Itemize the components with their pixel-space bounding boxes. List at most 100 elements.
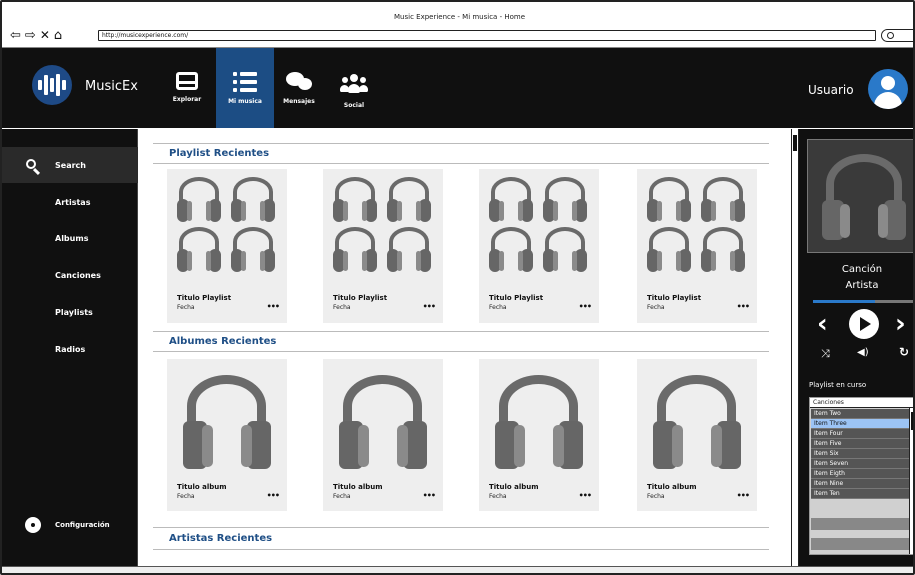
playlist-item[interactable]: Item Three bbox=[811, 419, 909, 429]
card-title: Titulo album bbox=[177, 483, 227, 491]
headphones-icon bbox=[489, 227, 533, 273]
playlist-empty-row bbox=[811, 518, 909, 530]
status-bar bbox=[2, 566, 913, 573]
avatar[interactable] bbox=[868, 69, 908, 109]
headphones-icon bbox=[333, 227, 377, 273]
close-icon[interactable]: ✕ bbox=[40, 28, 50, 42]
sidebar-item-label: Configuración bbox=[55, 521, 110, 529]
sidebar-item-albums[interactable]: Albums bbox=[2, 220, 138, 256]
nav-tab-social[interactable]: Social bbox=[332, 48, 376, 128]
forward-arrow-icon[interactable]: ⇨ bbox=[25, 29, 36, 42]
song-title: Canción bbox=[841, 264, 883, 275]
scrollbar-thumb[interactable] bbox=[793, 135, 797, 151]
headphones-icon bbox=[647, 177, 691, 223]
nav-tab-label: Explorar bbox=[172, 96, 202, 103]
more-icon[interactable]: ••• bbox=[737, 491, 750, 500]
back-arrow-icon[interactable]: ⇦ bbox=[10, 29, 21, 42]
volume-icon[interactable]: ◀) bbox=[857, 347, 869, 358]
nav-tab-mensajes[interactable]: Mensajes bbox=[278, 48, 320, 128]
headphones-icon bbox=[495, 375, 583, 471]
card-title: Titulo album bbox=[489, 483, 539, 491]
list-icon bbox=[233, 72, 257, 92]
previous-icon[interactable]: ‹ bbox=[817, 309, 828, 339]
playlist-item[interactable]: Item Nine bbox=[811, 479, 909, 489]
more-icon[interactable]: ••• bbox=[267, 491, 280, 500]
scrollbar-thumb[interactable] bbox=[911, 412, 913, 430]
more-icon[interactable]: ••• bbox=[423, 491, 436, 500]
chat-icon bbox=[286, 72, 312, 92]
headphones-icon bbox=[339, 375, 427, 471]
nav-tab-label: Mi musica bbox=[228, 98, 262, 105]
headphones-icon bbox=[231, 227, 275, 273]
home-icon[interactable]: ⌂ bbox=[54, 29, 62, 42]
playlist-header[interactable]: Canciones bbox=[810, 398, 913, 408]
inbox-icon bbox=[176, 72, 198, 90]
sidebar-item-radios[interactable]: Radios bbox=[2, 331, 138, 367]
playlist-item[interactable]: Item Eigth bbox=[811, 469, 909, 479]
playlist-item[interactable]: Item Two bbox=[811, 409, 909, 419]
sidebar-item-configuracion[interactable]: Configuración bbox=[2, 507, 138, 543]
card-title: Titulo Playlist bbox=[177, 294, 232, 302]
playlist-scrollbar[interactable] bbox=[909, 408, 913, 554]
play-icon[interactable] bbox=[849, 309, 879, 339]
nav-tab-mi-musica[interactable]: Mi musica bbox=[216, 48, 274, 128]
sidebar-item-playlists[interactable]: Playlists bbox=[2, 294, 138, 330]
progress-fill bbox=[813, 300, 876, 303]
more-icon[interactable]: ••• bbox=[267, 302, 280, 311]
card-date: Fecha bbox=[333, 493, 351, 500]
more-icon[interactable]: ••• bbox=[579, 491, 592, 500]
progress-bar[interactable] bbox=[813, 300, 913, 303]
repeat-icon[interactable]: ↻ bbox=[899, 345, 909, 359]
section-title-playlists: Playlist Recientes bbox=[169, 148, 270, 159]
divider bbox=[153, 527, 769, 528]
playlist-card[interactable]: Titulo Playlist Fecha ••• bbox=[637, 169, 757, 323]
playlist-item[interactable]: Item Six bbox=[811, 449, 909, 459]
playlist-item[interactable]: Item Seven bbox=[811, 459, 909, 469]
next-icon[interactable]: › bbox=[895, 309, 906, 339]
playlist-card[interactable]: Titulo Playlist Fecha ••• bbox=[479, 169, 599, 323]
group-icon bbox=[340, 74, 368, 96]
album-card[interactable]: Titulo album Fecha ••• bbox=[167, 359, 287, 511]
divider bbox=[153, 549, 769, 550]
album-card[interactable]: Titulo album Fecha ••• bbox=[323, 359, 443, 511]
playlist-label: Playlist en curso bbox=[809, 381, 867, 389]
more-icon[interactable]: ••• bbox=[737, 302, 750, 311]
sidebar-item-canciones[interactable]: Canciones bbox=[2, 257, 138, 293]
playlist-item[interactable]: Item Four bbox=[811, 429, 909, 439]
main-scrollbar[interactable] bbox=[791, 129, 799, 566]
sidebar-item-search[interactable]: Search bbox=[2, 147, 138, 183]
logo-icon bbox=[32, 65, 72, 105]
playlist-item[interactable]: Item Five bbox=[811, 439, 909, 449]
headphones-icon bbox=[701, 177, 745, 223]
divider bbox=[153, 143, 769, 144]
headphones-icon bbox=[489, 177, 533, 223]
user-name[interactable]: Usuario bbox=[808, 83, 854, 97]
shuffle-icon[interactable]: ⤨ bbox=[821, 347, 830, 361]
headphones-icon bbox=[543, 177, 587, 223]
playlist-card[interactable]: Titulo Playlist Fecha ••• bbox=[323, 169, 443, 323]
gear-icon bbox=[27, 519, 39, 531]
headphones-icon bbox=[822, 154, 906, 244]
player-panel: Canción Artista ‹ › ⤨ ◀) ↻ Playlist en c… bbox=[799, 129, 913, 566]
url-input[interactable]: http://musicexperience.com/ bbox=[98, 30, 876, 41]
album-card[interactable]: Titulo album Fecha ••• bbox=[637, 359, 757, 511]
browser-search-icon[interactable] bbox=[881, 29, 913, 42]
sidebar-item-artistas[interactable]: Artistas bbox=[2, 184, 138, 220]
playlist-card[interactable]: Titulo Playlist Fecha ••• bbox=[167, 169, 287, 323]
nav-tab-explorar[interactable]: Explorar bbox=[162, 48, 212, 128]
more-icon[interactable]: ••• bbox=[423, 302, 436, 311]
card-date: Fecha bbox=[647, 493, 665, 500]
headphones-icon bbox=[183, 375, 271, 471]
sidebar-item-label: Artistas bbox=[55, 197, 91, 207]
divider bbox=[153, 163, 769, 164]
more-icon[interactable]: ••• bbox=[579, 302, 592, 311]
album-card[interactable]: Titulo album Fecha ••• bbox=[479, 359, 599, 511]
card-date: Fecha bbox=[177, 304, 195, 311]
playlist-item[interactable]: Item Ten bbox=[811, 489, 909, 499]
nav-tab-label: Social bbox=[343, 102, 365, 109]
headphones-icon bbox=[177, 227, 221, 273]
search-icon bbox=[26, 159, 36, 169]
headphones-icon bbox=[647, 227, 691, 273]
main-content: Playlist Recientes Titulo Playlist Fecha •… bbox=[139, 129, 791, 566]
section-title-albums: Albumes Recientes bbox=[169, 336, 277, 347]
